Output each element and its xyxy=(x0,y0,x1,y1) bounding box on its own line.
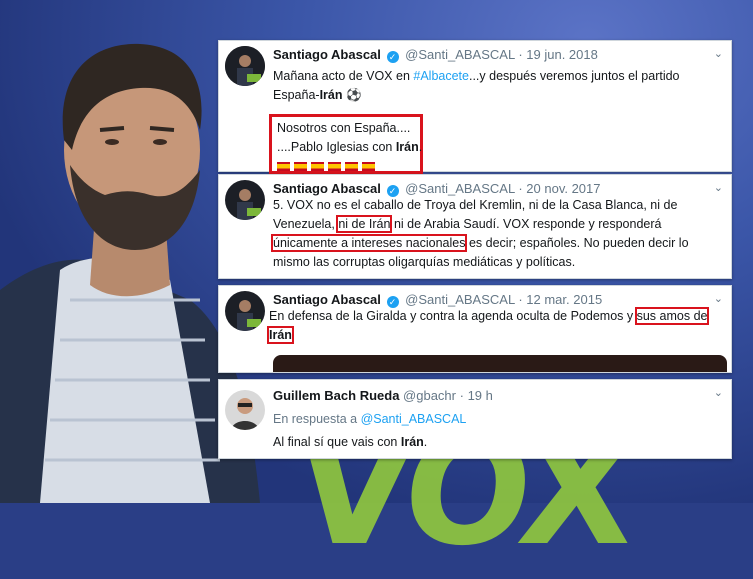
avatar[interactable] xyxy=(225,390,265,430)
author-name[interactable]: Santiago Abascal xyxy=(273,47,381,62)
tweet-date[interactable]: 19 jun. 2018 xyxy=(526,47,598,62)
hashtag-link[interactable]: #Albacete xyxy=(413,69,469,83)
tweet-header: Santiago Abascal ✓ @Santi_ABASCAL · 12 m… xyxy=(273,292,603,308)
avatar-image xyxy=(225,390,265,430)
tweet-card-3[interactable]: Santiago Abascal ✓ @Santi_ABASCAL · 12 m… xyxy=(218,285,732,373)
tweet-text: En defensa de la Giralda y contra la age… xyxy=(267,307,710,344)
tweet-text: Mañana acto de VOX en #Albacete...y desp… xyxy=(273,69,680,102)
chevron-down-icon[interactable]: ⌄ xyxy=(714,47,723,60)
tweet-text: 5. VOX no es el caballo de Troya del Kre… xyxy=(270,198,689,269)
tweet-header: Santiago Abascal ✓ @Santi_ABASCAL · 20 n… xyxy=(273,181,601,197)
highlighted-phrase: sus amos de xyxy=(634,307,710,325)
soccer-ball-icon: ⚽ xyxy=(345,88,362,102)
author-handle[interactable]: @Santi_ABASCAL xyxy=(405,181,515,196)
highlighted-phrase: ni de Irán xyxy=(336,215,393,233)
tweet-header: Guillem Bach Rueda @gbachr · 19 h xyxy=(273,388,493,403)
tweet-date[interactable]: 20 nov. 2017 xyxy=(526,181,600,196)
tweet-card-1[interactable]: Santiago Abascal ✓ @Santi_ABASCAL · 19 j… xyxy=(218,40,732,174)
tweet-date[interactable]: 12 mar. 2015 xyxy=(526,292,602,307)
tweet-text: Al final sí que vais con Irán. xyxy=(273,435,428,449)
reply-context: En respuesta a @Santi_ABASCAL xyxy=(273,412,467,426)
avatar[interactable] xyxy=(225,46,265,86)
avatar-image xyxy=(225,291,265,331)
chevron-down-icon[interactable]: ⌄ xyxy=(714,386,723,399)
tweet-card-2[interactable]: Santiago Abascal ✓ @Santi_ABASCAL · 20 n… xyxy=(218,174,732,279)
chevron-down-icon[interactable]: ⌄ xyxy=(714,292,723,305)
avatar[interactable] xyxy=(225,291,265,331)
avatar-image xyxy=(225,180,265,220)
author-name[interactable]: Guillem Bach Rueda xyxy=(273,388,399,403)
author-handle[interactable]: @Santi_ABASCAL xyxy=(405,292,515,307)
author-name[interactable]: Santiago Abascal xyxy=(273,292,381,307)
tweet-date[interactable]: 19 h xyxy=(468,388,493,403)
media-preview[interactable] xyxy=(273,355,727,372)
avatar-image xyxy=(225,46,265,86)
tweet-header: Santiago Abascal ✓ @Santi_ABASCAL · 19 j… xyxy=(273,47,598,63)
avatar[interactable] xyxy=(225,180,265,220)
author-handle[interactable]: @gbachr xyxy=(403,388,456,403)
chevron-down-icon[interactable]: ⌄ xyxy=(714,181,723,194)
quoted-text: Nosotros con España.... ....Pablo Iglesi… xyxy=(277,119,422,177)
highlighted-phrase: Irán xyxy=(267,326,294,344)
tweet-card-4[interactable]: Guillem Bach Rueda @gbachr · 19 h ⌄ En r… xyxy=(218,379,732,459)
highlighted-phrase: únicamente a intereses nacionales xyxy=(270,234,468,252)
reply-handle-link[interactable]: @Santi_ABASCAL xyxy=(361,412,467,426)
author-name[interactable]: Santiago Abascal xyxy=(273,181,381,196)
verified-badge-icon: ✓ xyxy=(386,51,399,63)
author-handle[interactable]: @Santi_ABASCAL xyxy=(405,47,515,62)
